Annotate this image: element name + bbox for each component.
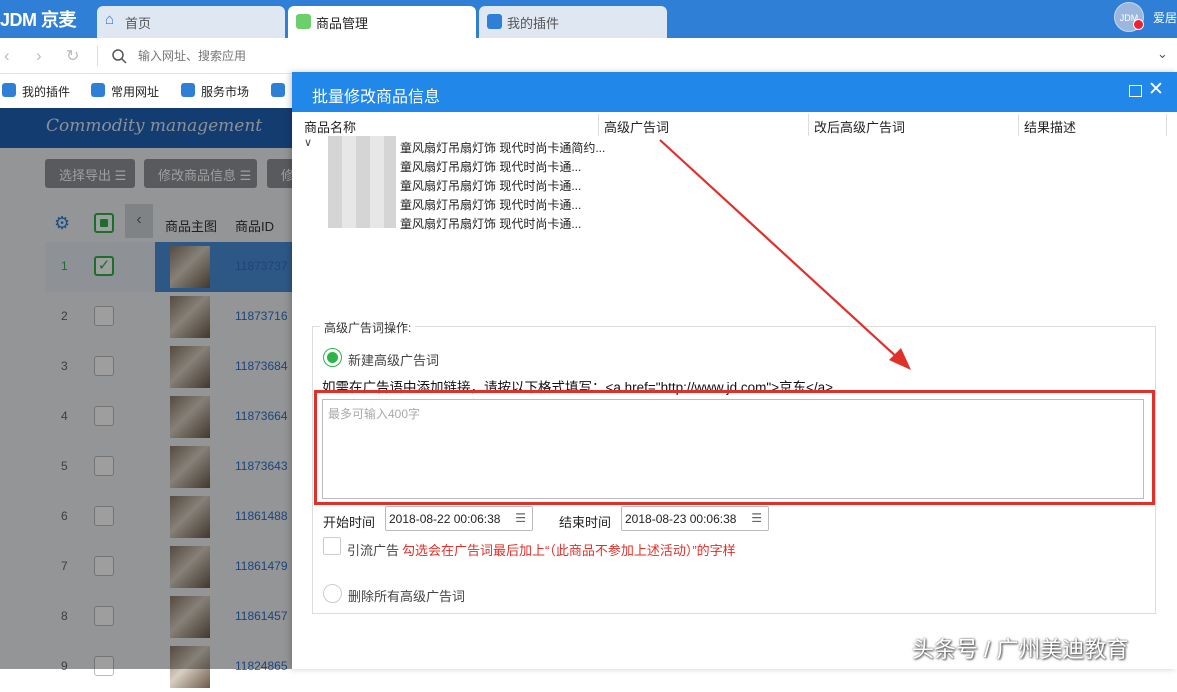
product-row[interactable]: 童风扇灯吊扇灯饰 现代时尚卡通简约... — [400, 139, 605, 156]
traffic-ad-warning: 勾选会在广告词最后加上“（此商品不参加上述活动）”的字样 — [402, 543, 736, 558]
tab-my-plugins[interactable]: 我的插件 — [479, 6, 667, 38]
tab-product-label: 商品管理 — [316, 16, 369, 31]
status-badge — [1133, 19, 1144, 30]
section-label: 高级广告词操作: — [320, 319, 416, 336]
delete-ad-label[interactable]: 删除所有高级广告词 — [348, 586, 465, 605]
title-bar: JDM 京麦 ⌂ 首页 商品管理 我的插件 JDM 爱居 — [0, 0, 1177, 38]
divider — [598, 114, 599, 136]
tab-plugins-label: 我的插件 — [507, 16, 560, 31]
new-ad-radio[interactable] — [323, 348, 342, 367]
dialog-title-text: 批量修改商品信息 — [312, 89, 441, 106]
app-icon — [271, 83, 285, 97]
bookmark-label: 服务市场 — [201, 85, 250, 99]
forward-icon[interactable]: › — [36, 46, 42, 66]
col-new-ad-words: 改后高级广告词 — [814, 120, 906, 135]
tab-product-management[interactable]: 商品管理 — [288, 6, 476, 38]
traffic-ad-checkbox[interactable] — [323, 537, 341, 555]
product-row[interactable]: 童风扇灯吊扇灯饰 现代时尚卡通... — [400, 215, 581, 232]
product-row[interactable]: 童风扇灯吊扇灯饰 现代时尚卡通... — [400, 196, 581, 213]
start-time-value: 2018-08-22 00:06:38 — [389, 512, 501, 526]
traffic-ad-label[interactable]: 引流广告 — [347, 540, 399, 559]
plugin-icon — [2, 83, 16, 97]
blurred-image — [328, 136, 396, 228]
refresh-icon[interactable]: ↻ — [66, 46, 79, 66]
bookmark-my-plugins[interactable]: 我的插件 — [2, 83, 70, 100]
link-format-hint: 如需在广告语中添加链接，请按以下格式填写：<a href="http://www… — [322, 380, 834, 395]
batch-edit-dialog: 批量修改商品信息 ✕ 商品名称 高级广告词 改后高级广告词 结果描述 ∨ 童风扇… — [292, 72, 1177, 669]
menu-icon[interactable]: ☰ — [751, 511, 762, 525]
user-name[interactable]: 爱居 — [1153, 9, 1177, 26]
end-time-picker[interactable]: 2018-08-23 00:06:38 ☰ — [621, 506, 769, 531]
dialog-title: 批量修改商品信息 — [292, 72, 1177, 112]
bookmark-label: 常用网址 — [111, 85, 160, 99]
product-row[interactable]: 童风扇灯吊扇灯饰 现代时尚卡通... — [400, 177, 581, 194]
bookmark-service-market[interactable]: 服务市场 — [181, 83, 249, 100]
product-icon — [296, 14, 311, 29]
maximize-icon[interactable] — [1129, 85, 1142, 97]
search-input[interactable] — [112, 46, 1142, 66]
ad-words-textarea[interactable] — [322, 399, 1144, 499]
back-icon[interactable]: ‹ — [4, 46, 10, 66]
close-icon[interactable]: ✕ — [1148, 80, 1164, 99]
divider — [808, 114, 809, 136]
new-ad-label[interactable]: 新建高级广告词 — [348, 350, 439, 369]
bookmark-common-urls[interactable]: 常用网址 — [91, 83, 159, 100]
start-time-label: 开始时间 — [323, 515, 376, 530]
address-bar: ‹ › ↻ ⌄ — [0, 38, 1177, 74]
chevron-down-icon[interactable]: ∨ — [304, 136, 312, 149]
col-product-name: 商品名称 — [304, 120, 357, 135]
tab-home-label: 首页 — [125, 16, 152, 31]
globe-icon — [91, 83, 105, 97]
end-time-value: 2018-08-23 00:06:38 — [625, 512, 737, 526]
chevron-down-icon[interactable]: ⌄ — [1157, 46, 1168, 62]
col-ad-words: 高级广告词 — [604, 120, 670, 135]
divider — [1018, 114, 1019, 136]
modal-backdrop — [0, 108, 292, 669]
tab-home[interactable]: ⌂ 首页 — [97, 6, 285, 38]
product-row[interactable]: 童风扇灯吊扇灯饰 现代时尚卡通... — [400, 158, 581, 175]
market-icon — [181, 83, 195, 97]
col-result: 结果描述 — [1024, 120, 1077, 135]
plugin-icon — [487, 14, 502, 29]
app-logo: JDM 京麦 — [0, 10, 77, 30]
end-time-label: 结束时间 — [559, 515, 612, 530]
start-time-picker[interactable]: 2018-08-22 00:06:38 ☰ — [385, 506, 533, 531]
bookmark-label: 我的插件 — [22, 85, 71, 99]
menu-icon[interactable]: ☰ — [515, 511, 526, 525]
watermark: 头条号 / 广州美迪教育 — [912, 637, 1129, 662]
divider — [97, 46, 98, 66]
home-icon: ⌂ — [105, 11, 115, 28]
divider — [1166, 114, 1167, 136]
delete-ad-radio[interactable] — [323, 584, 342, 603]
